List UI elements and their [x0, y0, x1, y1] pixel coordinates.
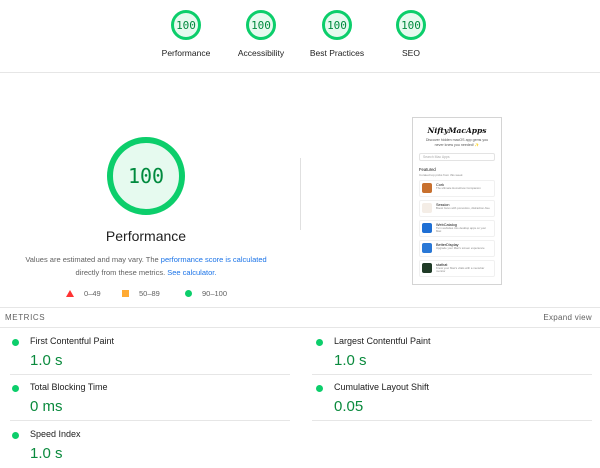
metric-value: 1.0 s: [30, 352, 63, 369]
legend-fail-range: 0–49: [84, 289, 101, 298]
screenshot-app-card: Session Boost focus with pomodoro, distra…: [419, 199, 495, 217]
square-icon: [122, 290, 129, 297]
gauge-score: 100: [401, 18, 421, 32]
legend-pass: 90–100: [185, 289, 227, 298]
metric-divider: [10, 420, 290, 421]
pass-circle-icon: [316, 339, 323, 346]
score-legend: 0–49 50–89 90–100: [0, 289, 292, 301]
metric-name: First Contentful Paint: [30, 336, 115, 346]
metrics-header-divider: [0, 327, 600, 328]
screenshot-logo: NiftyMacApps: [427, 126, 487, 135]
triangle-icon: [66, 290, 74, 297]
app-desc: Boost focus with pomodoro, distraction-f…: [436, 205, 490, 210]
gauge-seo[interactable]: 100 SEO: [366, 10, 456, 58]
pass-circle-icon: [316, 385, 323, 392]
vertical-divider: [300, 158, 301, 230]
metric-name: Largest Contentful Paint: [334, 336, 431, 346]
screenshot-featured-title: Featured: [419, 166, 436, 172]
app-desc: Upgrade your Mac's screen experience: [436, 245, 485, 250]
app-desc: Turn websites into desktop apps on your …: [436, 225, 487, 234]
pass-circle-icon: [12, 385, 19, 392]
pass-circle-icon: [12, 339, 19, 346]
app-icon: [422, 262, 432, 273]
metric-name: Total Blocking Time: [30, 382, 108, 392]
gauge-ring: 100: [171, 10, 201, 40]
see-calculator-link[interactable]: See calculator.: [167, 268, 216, 277]
final-screenshot[interactable]: NiftyMacApps Discover hidden macOS app g…: [412, 117, 502, 285]
app-icon: [422, 222, 432, 233]
category-gauges: 100 Performance 100 Accessibility 100 Be…: [0, 0, 600, 72]
metric-value: 0.05: [334, 398, 364, 415]
gauge-score: 100: [251, 18, 271, 32]
legend-average: 50–89: [122, 289, 160, 298]
performance-gauge: 100: [107, 137, 185, 215]
app-icon: [422, 242, 432, 253]
score-calculated-link[interactable]: performance score is calculated: [161, 255, 267, 264]
metric-name: Cumulative Layout Shift: [334, 382, 430, 392]
metric-value: 0 ms: [30, 398, 63, 415]
expand-view-button[interactable]: Expand view: [543, 313, 592, 322]
screenshot-search: Search Mac Apps: [419, 152, 495, 161]
top-divider: [0, 72, 600, 73]
gauge-score: 100: [176, 18, 196, 32]
legend-fail: 0–49: [66, 289, 101, 298]
gauge-ring: 100: [396, 10, 426, 40]
description-text: directly from these metrics.: [75, 268, 168, 277]
performance-score: 100: [127, 164, 165, 188]
metric-value: 1.0 s: [30, 445, 63, 462]
legend-average-range: 50–89: [139, 289, 160, 298]
screenshot-app-card: BetterDisplay Upgrade your Mac's screen e…: [419, 239, 495, 257]
app-desc: Know your Mac's vitals with a menubar mo…: [436, 265, 485, 274]
gauge-ring: 100: [246, 10, 276, 40]
description-text: Values are estimated and may vary. The: [25, 255, 161, 264]
legend-pass-range: 90–100: [202, 289, 228, 298]
app-icon: [422, 182, 432, 193]
pass-circle-icon: [12, 432, 19, 439]
circle-icon: [185, 290, 192, 297]
performance-title: Performance: [105, 228, 187, 244]
metrics-heading: METRICS: [5, 313, 46, 322]
gauge-score: 100: [327, 18, 347, 32]
app-desc: The ultimate Homebrew Companion: [436, 185, 481, 190]
performance-description: Values are estimated and may vary. The p…: [10, 253, 282, 279]
gauge-label: SEO: [402, 48, 420, 58]
gauge-ring: 100: [322, 10, 352, 40]
screenshot-subtitle: Discover hidden macOS app gems you never…: [425, 138, 489, 147]
metric-divider: [312, 374, 592, 375]
screenshot-featured-subtitle: Curated top picks from this week: [419, 172, 463, 177]
screenshot-app-card: stathat Know your Mac's vitals with a men…: [419, 259, 495, 277]
metric-divider: [10, 374, 290, 375]
metric-divider: [312, 420, 592, 421]
screenshot-app-card: WebCatalog Turn websites into desktop app…: [419, 219, 495, 237]
app-icon: [422, 202, 432, 213]
metric-name: Speed Index: [30, 429, 81, 439]
screenshot-app-card: Cork The ultimate Homebrew Companion: [419, 179, 495, 197]
metrics-top-divider: [0, 307, 600, 308]
metric-value: 1.0 s: [334, 352, 367, 369]
